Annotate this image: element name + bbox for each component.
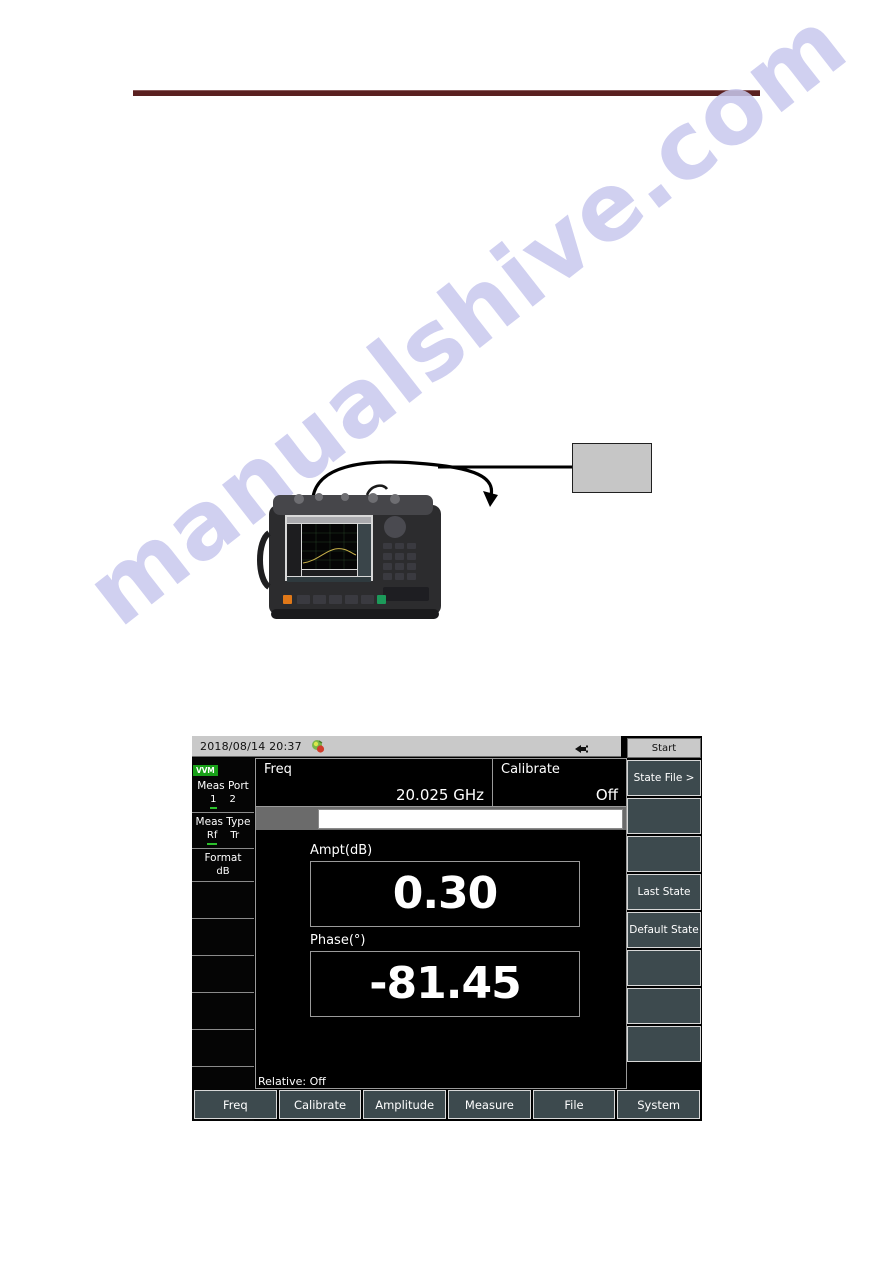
menu-amplitude[interactable]: Amplitude [363, 1090, 447, 1119]
menu-calibrate[interactable]: Calibrate [278, 1090, 362, 1119]
freq-label: Freq [264, 762, 292, 777]
readout-area: Ampt(dB) 0.30 Phase(°) -81.45 [256, 831, 626, 1017]
calibrate-value: Off [595, 786, 618, 804]
softkey-last-state[interactable]: Last State [627, 874, 701, 910]
instrument-status-bar: 2018/08/14 20:37 [192, 736, 621, 757]
figure-device-callout [240, 425, 670, 635]
softkey-empty-1[interactable] [627, 798, 701, 834]
phase-value: -81.45 [369, 958, 521, 1009]
format-label: Format [204, 852, 242, 864]
menu-system[interactable]: System [617, 1090, 701, 1119]
softkey-empty-5[interactable] [627, 1026, 701, 1062]
instrument-sidebar: VVM Meas Port 1 2 Meas Type Rf Tr Format… [192, 758, 254, 1121]
mode-badge-vvm: VVM [193, 765, 219, 776]
meas-port-option-2[interactable]: 2 [230, 793, 236, 809]
bottom-menu-bar: Freq Calibrate Amplitude Measure File Sy… [194, 1090, 701, 1119]
meas-type-label: Meas Type [195, 816, 251, 828]
callout-label-box [572, 443, 652, 493]
meas-type-option-rf[interactable]: Rf [206, 829, 218, 845]
value-entry-input[interactable] [318, 808, 623, 829]
freq-value: 20.025 GHz [395, 786, 484, 804]
sidebar-item-empty-1 [192, 882, 254, 919]
softkey-default-state[interactable]: Default State [627, 912, 701, 948]
softkey-empty-2[interactable] [627, 836, 701, 872]
ampt-label: Ampt(dB) [310, 843, 373, 858]
menu-freq[interactable]: Freq [194, 1090, 277, 1119]
app-tray-icon[interactable] [311, 739, 326, 754]
entry-row [256, 807, 626, 831]
power-plug-icon [573, 740, 591, 753]
meas-type-option-tr[interactable]: Tr [230, 829, 239, 845]
freq-readout-cell[interactable]: Freq 20.025 GHz [256, 759, 493, 806]
sidebar-item-empty-5 [192, 1030, 254, 1067]
sidebar-item-empty-3 [192, 956, 254, 993]
menu-measure[interactable]: Measure [448, 1090, 531, 1119]
meas-port-option-1[interactable]: 1 [210, 793, 217, 809]
right-softkey-column: Start State File > Last State Default St… [627, 738, 701, 1089]
status-datetime: 2018/08/14 20:37 [200, 739, 302, 753]
sidebar-item-empty-4 [192, 993, 254, 1030]
softkey-start[interactable]: Start [627, 738, 701, 758]
format-value: dB [216, 866, 230, 877]
measurement-header: Freq 20.025 GHz Calibrate Off [256, 759, 626, 807]
menu-file[interactable]: File [532, 1090, 616, 1119]
instrument-screenshot: 2018/08/14 20:37 VVM Meas Port 1 2 Meas … [192, 736, 702, 1121]
softkey-state-file[interactable]: State File > [627, 760, 701, 796]
meas-port-label: Meas Port [197, 780, 249, 792]
sidebar-item-meas-port[interactable]: Meas Port 1 2 [192, 777, 254, 813]
calibrate-label: Calibrate [501, 762, 560, 777]
calibrate-status-cell[interactable]: Calibrate Off [493, 759, 626, 806]
ampt-value: 0.30 [392, 868, 499, 919]
sidebar-item-format[interactable]: Format dB [192, 849, 254, 882]
device-photo [257, 484, 441, 619]
meas-type-options: Rf Tr [192, 829, 254, 845]
softkey-empty-3[interactable] [627, 950, 701, 986]
sidebar-item-meas-type[interactable]: Meas Type Rf Tr [192, 813, 254, 849]
phase-label: Phase(°) [310, 933, 366, 948]
softkey-empty-4[interactable] [627, 988, 701, 1024]
relative-status: Relative: Off [258, 1075, 326, 1088]
ampt-readout-box: 0.30 [310, 861, 580, 927]
meas-port-options: 1 2 [192, 793, 254, 809]
phase-readout-box: -81.45 [310, 951, 580, 1017]
instrument-main-display: Freq 20.025 GHz Calibrate Off Ampt(dB) 0… [255, 758, 627, 1089]
page-header-rule [133, 90, 760, 96]
sidebar-item-empty-2 [192, 919, 254, 956]
